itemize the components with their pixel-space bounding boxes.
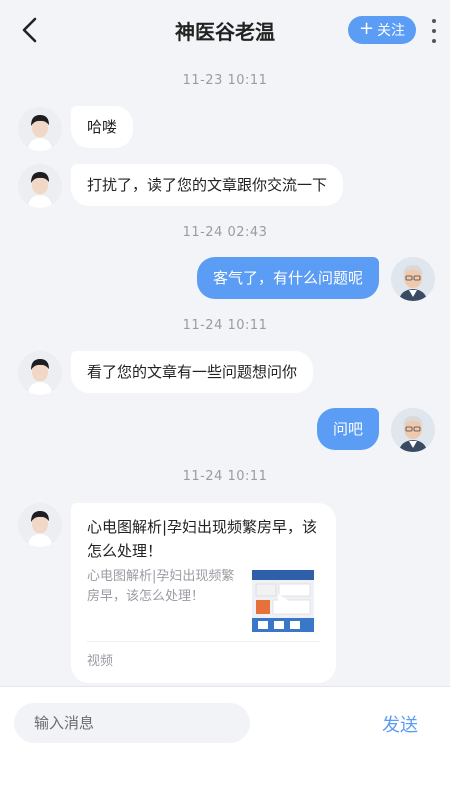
avatar[interactable]: [18, 164, 62, 208]
doctor-avatar-icon: [391, 408, 435, 452]
article-card[interactable]: 心电图解析|孕妇出现频繁房早，该怎么处理！ 心电图解析|孕妇出现频繁房早，该怎么…: [71, 503, 336, 683]
avatar[interactable]: [18, 351, 62, 395]
follow-label: 关注: [377, 23, 406, 39]
card-description: 心电图解析|孕妇出现频繁房早，该怎么处理！: [87, 569, 235, 604]
card-title: 心电图解析|孕妇出现频繁房早，该怎么处理！: [87, 518, 318, 560]
card-divider: [87, 641, 320, 642]
timestamp: 11-24 10:11: [182, 318, 268, 333]
user-avatar-icon: [18, 164, 62, 208]
message-bubble-incoming[interactable]: 打扰了，读了您的文章跟你交流一下: [71, 164, 344, 206]
video-thumbnail-icon: [252, 570, 314, 632]
back-button[interactable]: [14, 14, 44, 46]
card-type-label: 视频: [87, 654, 114, 669]
user-avatar-icon: [18, 351, 62, 395]
plus-icon: +: [358, 18, 375, 39]
timestamp: 11-23 10:11: [182, 73, 268, 88]
timestamp: 11-24 02:43: [182, 225, 268, 240]
doctor-avatar-icon: [391, 257, 435, 301]
message-bubble-incoming[interactable]: 哈喽: [71, 106, 134, 148]
message-bubble-incoming[interactable]: 看了您的文章有一些问题想问你: [71, 351, 314, 393]
avatar[interactable]: [18, 107, 62, 151]
back-arrow-icon: [22, 17, 37, 43]
send-button[interactable]: 发送: [382, 711, 418, 737]
more-vertical-icon: [432, 19, 436, 23]
input-bar: 发送: [0, 686, 450, 800]
message-list[interactable]: 11-23 10:11 哈喽 打扰了，读了您的文章跟你交流一下 11-24 02…: [0, 60, 450, 686]
more-button[interactable]: [428, 19, 440, 43]
message-input[interactable]: [14, 703, 250, 743]
message-bubble-outgoing[interactable]: 客气了，有什么问题呢: [196, 257, 379, 299]
avatar[interactable]: [18, 503, 62, 547]
timestamp: 11-24 10:11: [182, 469, 268, 484]
avatar[interactable]: [391, 257, 435, 301]
avatar[interactable]: [391, 408, 435, 452]
user-avatar-icon: [18, 107, 62, 151]
video-thumbnail[interactable]: [252, 570, 314, 632]
message-bubble-outgoing[interactable]: 问吧: [316, 408, 379, 450]
follow-button[interactable]: + 关注: [348, 16, 416, 44]
user-avatar-icon: [18, 503, 62, 547]
chat-header: 神医谷老温 + 关注: [0, 0, 450, 60]
